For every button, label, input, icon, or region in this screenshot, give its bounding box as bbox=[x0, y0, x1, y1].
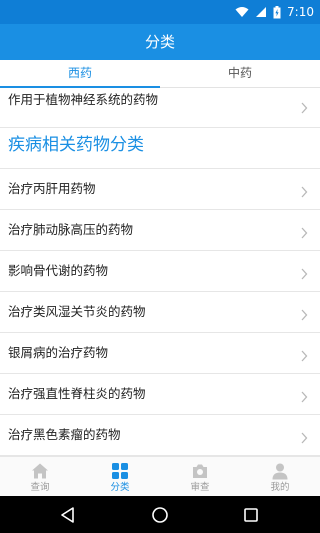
chevron-right-icon bbox=[301, 268, 308, 280]
chevron-right-icon bbox=[301, 227, 308, 239]
list-item[interactable]: 影响骨代谢的药物 bbox=[0, 251, 320, 292]
nav-label: 我的 bbox=[270, 482, 290, 493]
list-item[interactable]: 治疗强直性脊柱炎的药物 bbox=[0, 374, 320, 415]
status-time: 7:10 bbox=[287, 5, 314, 19]
system-nav-bar bbox=[0, 496, 320, 533]
home-icon bbox=[32, 463, 48, 479]
grid-icon bbox=[112, 463, 128, 479]
chevron-right-icon bbox=[301, 391, 308, 403]
back-icon[interactable] bbox=[58, 505, 78, 525]
list-item[interactable]: 银屑病的治疗药物 bbox=[0, 333, 320, 374]
camera-icon bbox=[193, 464, 207, 478]
home-circle-icon[interactable] bbox=[150, 505, 170, 525]
list-item-label: 治疗强直性脊柱炎的药物 bbox=[8, 386, 146, 401]
nav-item-category[interactable]: 分类 bbox=[80, 457, 160, 497]
list-item[interactable]: 治疗黑色素瘤的药物 bbox=[0, 415, 320, 456]
tab-label: 西药 bbox=[67, 66, 92, 80]
tab-western-medicine[interactable]: 西药 bbox=[0, 60, 160, 88]
list-item-label: 影响骨代谢的药物 bbox=[8, 263, 109, 278]
status-icons: 7:10 bbox=[235, 4, 314, 20]
nav-label: 审查 bbox=[190, 482, 210, 493]
chevron-right-icon bbox=[301, 309, 308, 321]
recents-icon[interactable] bbox=[241, 505, 261, 525]
list-item-label: 银屑病的治疗药物 bbox=[8, 345, 109, 360]
list-item-label: 治疗肺动脉高压的药物 bbox=[8, 222, 134, 237]
person-icon bbox=[272, 463, 288, 480]
battery-charging-icon bbox=[273, 5, 281, 18]
list-item[interactable]: 治疗类风湿关节炎的药物 bbox=[0, 292, 320, 333]
nav-item-profile[interactable]: 我的 bbox=[240, 457, 320, 497]
app-bar: 分类 bbox=[0, 24, 320, 60]
page-title: 分类 bbox=[144, 33, 175, 51]
nav-label: 分类 bbox=[110, 482, 130, 493]
list-item-label: 治疗丙肝用药物 bbox=[8, 181, 96, 196]
chevron-right-icon bbox=[301, 102, 308, 114]
status-bar: 7:10 bbox=[0, 0, 320, 24]
tab-bar: 西药 中药 bbox=[0, 60, 320, 88]
chevron-right-icon bbox=[301, 350, 308, 362]
list-item-label: 作用于植物神经系统的药物 bbox=[8, 92, 159, 107]
list-item[interactable]: 治疗肺动脉高压的药物 bbox=[0, 210, 320, 251]
tab-label: 中药 bbox=[227, 66, 252, 80]
chevron-right-icon bbox=[301, 432, 308, 444]
nav-label: 查询 bbox=[30, 482, 50, 493]
signal-icon bbox=[256, 7, 267, 17]
category-list[interactable]: 作用于植物神经系统的药物 疾病相关药物分类 治疗丙肝用药物 治疗肺动脉高压的药物… bbox=[0, 88, 320, 456]
wifi-icon bbox=[235, 7, 249, 17]
bottom-nav: 查询 分类 审查 我的 bbox=[0, 456, 320, 496]
list-item-label: 治疗黑色素瘤的药物 bbox=[8, 427, 121, 442]
chevron-right-icon bbox=[301, 186, 308, 198]
list-item[interactable]: 作用于植物神经系统的药物 bbox=[0, 88, 320, 128]
tab-chinese-medicine[interactable]: 中药 bbox=[160, 60, 320, 88]
list-item-label: 治疗类风湿关节炎的药物 bbox=[8, 304, 146, 319]
section-title: 疾病相关药物分类 bbox=[8, 135, 144, 155]
nav-item-review[interactable]: 审查 bbox=[160, 457, 240, 497]
nav-item-query[interactable]: 查询 bbox=[0, 457, 80, 497]
list-item[interactable]: 治疗丙肝用药物 bbox=[0, 169, 320, 210]
